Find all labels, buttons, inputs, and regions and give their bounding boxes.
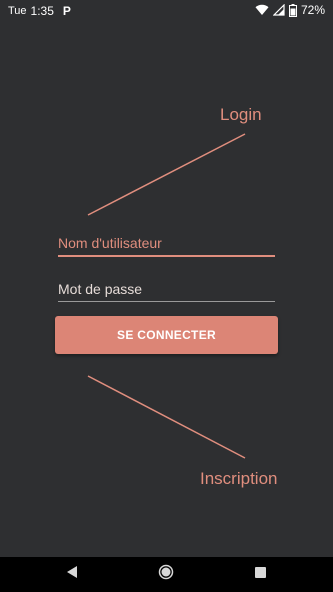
password-input[interactable] [58,281,275,302]
bottom-diagonal-line [87,375,246,459]
signup-link[interactable]: Inscription [200,469,277,489]
username-input[interactable] [58,235,275,257]
home-icon [158,564,174,585]
password-field-wrapper [58,281,275,302]
back-button[interactable] [52,557,92,592]
username-field-wrapper [58,235,275,257]
recents-icon [254,566,267,584]
login-screen: Tue 1:35 P 72% Login Nom d'utilisateur S… [0,0,333,592]
navigation-bar [0,557,333,592]
recents-button[interactable] [240,557,280,592]
back-icon [65,565,79,584]
top-diagonal-line [87,133,246,216]
home-button[interactable] [146,557,186,592]
connect-button[interactable]: SE CONNECTER [55,316,278,354]
login-link[interactable]: Login [220,105,262,125]
